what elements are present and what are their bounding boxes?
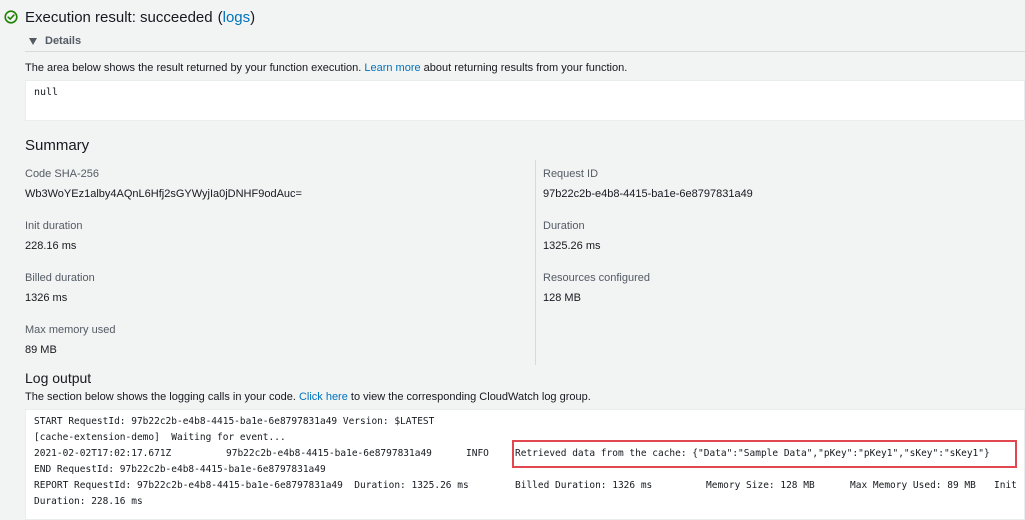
click-here-link[interactable]: Click here — [299, 391, 348, 403]
log-line-request-id: 97b22c2b-e4b8-4415-ba1e-6e8797831a49 — [226, 448, 432, 459]
result-description: The area below shows the result returned… — [25, 62, 627, 74]
result-output-box: null — [25, 80, 1025, 121]
log-line-report: REPORT RequestId: 97b22c2b-e4b8-4415-ba1… — [34, 480, 469, 491]
learn-more-link[interactable]: Learn more — [364, 62, 420, 74]
billed-duration-value: 1326 ms — [25, 292, 68, 304]
result-desc-after: about returning results from your functi… — [420, 62, 628, 74]
duration-label: Duration — [543, 220, 585, 232]
log-desc-before: The section below shows the logging call… — [25, 391, 299, 403]
max-memory-label: Max memory used — [25, 324, 116, 336]
log-output-box: START RequestId: 97b22c2b-e4b8-4415-ba1e… — [25, 409, 1025, 520]
resources-configured-label: Resources configured — [543, 272, 651, 284]
billed-duration-label: Billed duration — [25, 272, 95, 284]
code-sha-value: Wb3WoYEz1alby4AQnL6Hfj2sGYWyjIa0jDNHF9od… — [25, 188, 302, 200]
init-duration-label: Init duration — [25, 220, 83, 232]
log-line-timestamp: 2021-02-02T17:02:17.671Z — [34, 448, 172, 459]
execution-result-header: Execution result: succeeded ( logs ) — [4, 6, 255, 28]
log-desc-after: to view the corresponding CloudWatch log… — [347, 391, 591, 403]
init-duration-value: 228.16 ms — [25, 240, 77, 252]
summary-column-divider — [535, 160, 536, 365]
log-line-init-duration: Duration: 228.16 ms — [34, 496, 143, 507]
details-toggle-label: Details — [45, 35, 82, 47]
log-line-level: INFO — [466, 448, 489, 459]
log-line-memory-size: Memory Size: 128 MB — [706, 480, 815, 491]
log-line-waiting: [cache-extension-demo] Waiting for event… — [34, 432, 286, 443]
logs-link[interactable]: logs — [223, 9, 251, 26]
caret-down-icon — [29, 37, 37, 45]
request-id-label: Request ID — [543, 168, 599, 180]
request-id-value: 97b22c2b-e4b8-4415-ba1e-6e8797831a49 — [543, 188, 753, 200]
code-sha-label: Code SHA-256 — [25, 168, 99, 180]
log-line-start: START RequestId: 97b22c2b-e4b8-4415-ba1e… — [34, 416, 435, 427]
highlight-annotation — [512, 440, 1017, 468]
details-toggle[interactable]: Details — [29, 33, 81, 49]
close-paren: ) — [250, 8, 256, 26]
log-line-end: END RequestId: 97b22c2b-e4b8-4415-ba1e-6… — [34, 464, 326, 475]
result-desc-before: The area below shows the result returned… — [25, 62, 365, 74]
execution-status-text: Execution result: succeeded — [25, 8, 213, 26]
lambda-test-result-page: Execution result: succeeded ( logs ) Det… — [0, 0, 1025, 520]
max-memory-value: 89 MB — [25, 344, 57, 356]
resources-configured-value: 128 MB — [543, 292, 581, 304]
check-circle-icon — [4, 10, 18, 24]
log-line-max-memory: Max Memory Used: 89 MB — [850, 480, 976, 491]
log-line-init: Init — [994, 480, 1017, 491]
details-divider — [25, 51, 1025, 52]
log-output-heading: Log output — [25, 370, 92, 386]
duration-value: 1325.26 ms — [543, 240, 601, 252]
log-line-billed: Billed Duration: 1326 ms — [515, 480, 653, 491]
result-value: null — [34, 87, 59, 98]
log-output-description: The section below shows the logging call… — [25, 391, 591, 403]
summary-heading: Summary — [25, 137, 90, 154]
